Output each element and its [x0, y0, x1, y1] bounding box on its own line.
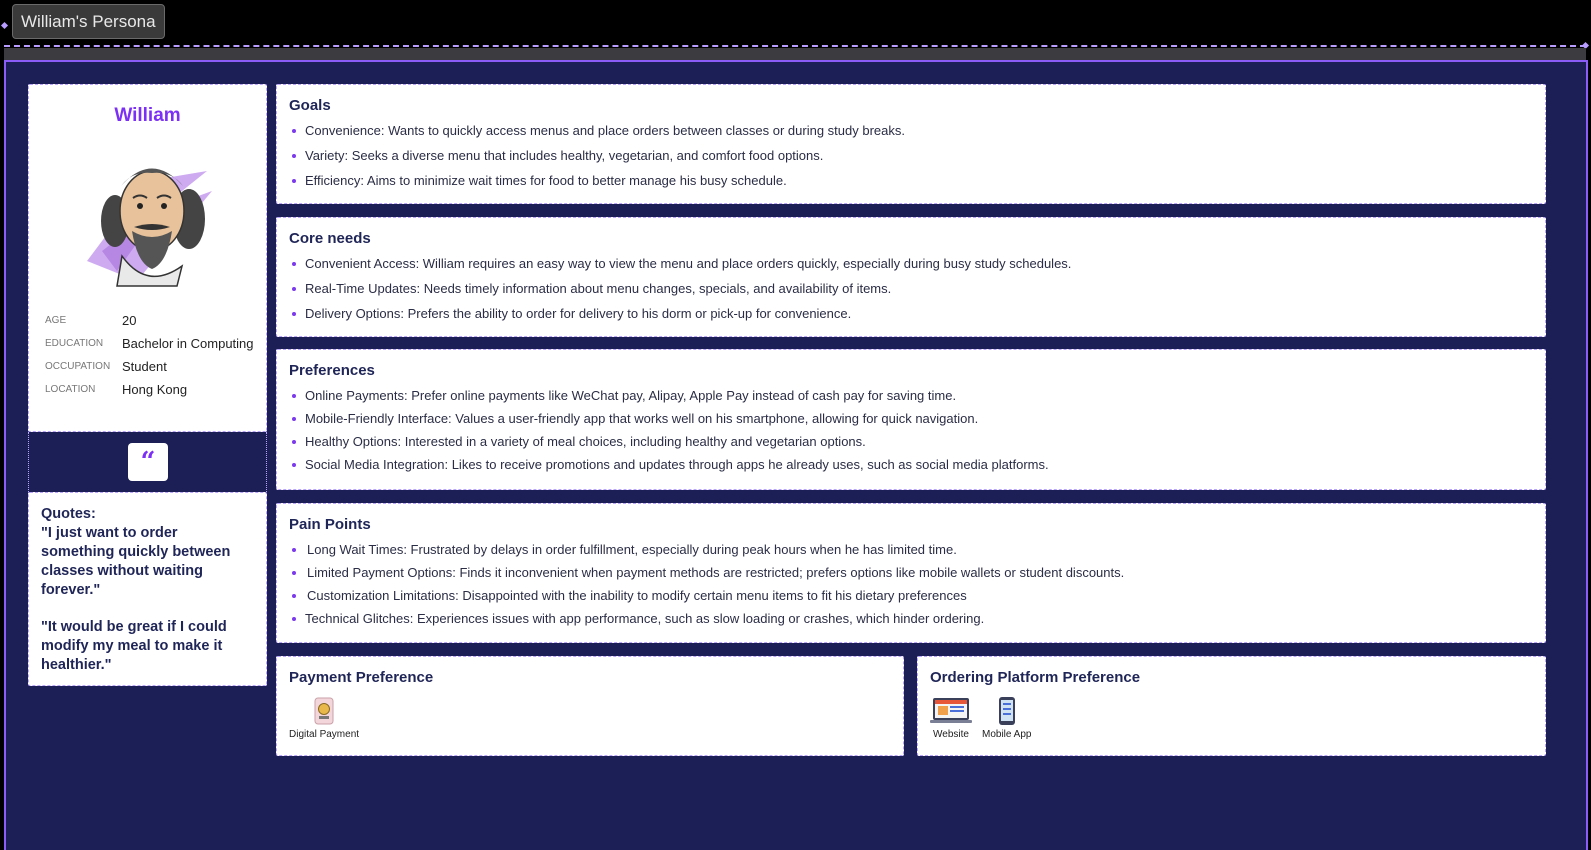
platform-preference-card: Ordering Platform Preference Website Mob…	[917, 656, 1546, 756]
info-value: 20	[122, 313, 137, 328]
info-row-location: LOCATION Hong Kong	[45, 381, 255, 398]
list-item: Customization Limitations: Disappointed …	[289, 588, 1533, 604]
preferences-title: Preferences	[289, 362, 375, 379]
preferences-card: Preferences Online Payments: Prefer onli…	[276, 349, 1546, 490]
payment-preference-card: Payment Preference Digital Payment	[276, 656, 904, 756]
core-needs-card: Core needs Convenient Access: William re…	[276, 217, 1546, 337]
quotes-heading: Quotes:	[41, 506, 96, 522]
list-item: Mobile-Friendly Interface: Values a user…	[289, 411, 1533, 427]
list-item: Limited Payment Options: Finds it inconv…	[289, 565, 1533, 581]
list-item: Variety: Seeks a diverse menu that inclu…	[289, 148, 1533, 164]
info-value: Student	[122, 359, 167, 374]
list-item: Long Wait Times: Frustrated by delays in…	[289, 542, 1533, 558]
mobile-app-icon	[998, 697, 1015, 725]
quote-text: "It would be great if I could modify my …	[41, 619, 227, 673]
avatar	[87, 168, 212, 287]
info-value: Bachelor in Computing	[122, 336, 254, 351]
persona-name: William	[114, 105, 181, 126]
digital-payment-icon	[314, 697, 334, 725]
platform-option-website[interactable]: Website	[930, 696, 972, 740]
list-item: Convenience: Wants to quickly access men…	[289, 123, 1533, 139]
payment-option-label: Digital Payment	[289, 729, 360, 740]
top-bar: William's Persona	[0, 0, 1591, 46]
selection-outline	[4, 45, 1586, 47]
pain-points-title: Pain Points	[289, 516, 371, 533]
list-item: Efficiency: Aims to minimize wait times …	[289, 173, 1533, 189]
info-row-age: AGE 20	[45, 312, 255, 329]
platform-option-label: Website	[933, 729, 969, 740]
list-item: Online Payments: Prefer online payments …	[289, 388, 1533, 404]
list-item: Social Media Integration: Likes to recei…	[289, 457, 1533, 473]
info-value: Hong Kong	[122, 382, 188, 397]
list-item: Healthy Options: Interested in a variety…	[289, 434, 1533, 450]
quote-text: "I just want to order something quickly …	[41, 525, 231, 598]
list-item: Technical Glitches: Experiences issues w…	[289, 611, 1533, 627]
core-needs-title: Core needs	[289, 230, 371, 247]
persona-canvas: William AGE 20 EDUCATION Bachelor in Com…	[4, 60, 1588, 850]
info-label: OCCUPATION	[45, 361, 111, 372]
pain-points-card: Pain Points Long Wait Times: Frustrated …	[276, 503, 1546, 643]
info-row-education: EDUCATION Bachelor in Computing	[45, 335, 255, 352]
goals-title: Goals	[289, 97, 331, 114]
list-item: Convenient Access: William requires an e…	[289, 256, 1533, 272]
platform-preference-title: Ordering Platform Preference	[930, 669, 1141, 686]
payment-option[interactable]: Digital Payment	[289, 696, 359, 740]
frame-title-tab[interactable]: William's Persona	[12, 4, 165, 39]
info-row-occupation: OCCUPATION Student	[45, 358, 255, 375]
website-icon	[930, 698, 972, 723]
quotes-card: Quotes: "I just want to order something …	[28, 492, 267, 686]
goals-card: Goals Convenience: Wants to quickly acce…	[276, 84, 1546, 204]
platform-option-mobile-app[interactable]: Mobile App	[982, 696, 1031, 740]
quote-icon[interactable]: “	[128, 443, 168, 481]
platform-option-label: Mobile App	[982, 729, 1032, 740]
profile-card: William AGE 20 EDUCATION Bachelor in Com…	[28, 84, 267, 432]
payment-preference-title: Payment Preference	[289, 669, 434, 686]
info-label: LOCATION	[45, 384, 96, 395]
info-label: AGE	[45, 315, 67, 326]
info-label: EDUCATION	[45, 338, 104, 349]
frame-header-strip	[4, 48, 1586, 60]
profile-info: AGE 20 EDUCATION Bachelor in Computing O…	[45, 312, 255, 404]
list-item: Real-Time Updates: Needs timely informat…	[289, 281, 1533, 297]
list-item: Delivery Options: Prefers the ability to…	[289, 306, 1533, 322]
